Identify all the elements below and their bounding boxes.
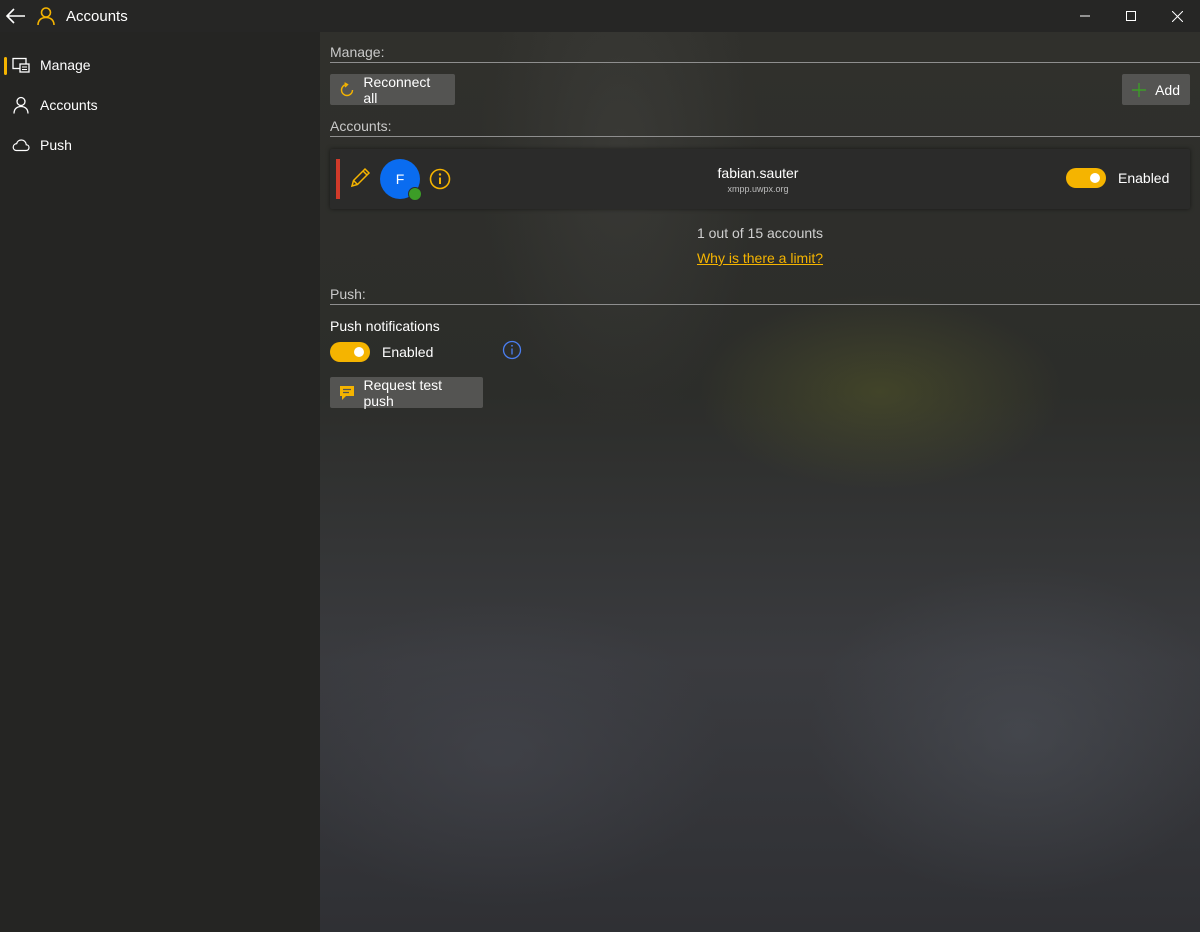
info-icon xyxy=(502,340,522,360)
minimize-button[interactable] xyxy=(1062,0,1108,32)
refresh-icon xyxy=(338,81,355,99)
push-notifications-title: Push notifications xyxy=(330,318,440,334)
message-icon xyxy=(338,384,355,402)
account-enabled-toggle[interactable] xyxy=(1066,168,1106,188)
account-card[interactable]: F fabian.sauter xmpp.uwpx.org Enabled xyxy=(330,149,1190,209)
close-button[interactable] xyxy=(1154,0,1200,32)
person-icon xyxy=(36,6,56,26)
account-domain: xmpp.uwpx.org xyxy=(727,184,789,194)
request-test-push-label: Request test push xyxy=(363,376,443,409)
sidebar-item-label: Manage xyxy=(40,57,91,73)
sidebar-item-label: Accounts xyxy=(40,97,98,113)
sidebar-item-manage[interactable]: Manage xyxy=(0,45,320,85)
add-label: Add xyxy=(1155,81,1180,98)
push-info-button[interactable] xyxy=(502,340,522,360)
reconnect-all-button[interactable]: Reconnect all xyxy=(330,73,455,106)
sidebar-item-accounts[interactable]: Accounts xyxy=(0,85,320,125)
add-account-button[interactable]: Add xyxy=(1122,74,1190,105)
maximize-icon xyxy=(1126,11,1136,21)
sidebar: Manage Accounts Push xyxy=(0,32,320,932)
manage-section-header: Manage: xyxy=(330,44,1200,63)
app-window: Accounts Manage Accounts Push Manage: Re… xyxy=(0,0,1200,932)
person-icon xyxy=(12,96,30,114)
limit-info-link[interactable]: Why is there a limit? xyxy=(320,250,1200,266)
push-enabled-label: Enabled xyxy=(382,344,434,360)
title-bar: Accounts xyxy=(0,0,1200,32)
main-content: Manage: Reconnect all Add Accounts: F fa… xyxy=(320,32,1200,932)
push-enabled-toggle[interactable] xyxy=(330,342,370,362)
close-icon xyxy=(1171,10,1183,22)
accounts-section-header: Accounts: xyxy=(330,118,1200,137)
plus-icon xyxy=(1130,81,1147,99)
maximize-button[interactable] xyxy=(1108,0,1154,32)
sidebar-item-label: Push xyxy=(40,137,72,153)
toggle-knob xyxy=(354,347,364,357)
window-title: Accounts xyxy=(66,7,128,25)
window-controls xyxy=(1062,0,1200,32)
manage-icon xyxy=(12,56,30,74)
account-enabled-label: Enabled xyxy=(1118,170,1170,186)
request-test-push-button[interactable]: Request test push xyxy=(330,376,483,409)
toggle-knob xyxy=(1090,173,1100,183)
back-arrow-icon xyxy=(6,8,25,24)
account-name: fabian.sauter xyxy=(717,165,799,181)
push-section-header: Push: xyxy=(330,286,1200,305)
minimize-icon xyxy=(1080,15,1090,17)
cloud-icon xyxy=(12,136,30,154)
reconnect-all-label: Reconnect all xyxy=(363,73,431,106)
account-count: 1 out of 15 accounts xyxy=(696,225,824,241)
back-button[interactable] xyxy=(0,0,32,32)
sidebar-item-push[interactable]: Push xyxy=(0,125,320,165)
